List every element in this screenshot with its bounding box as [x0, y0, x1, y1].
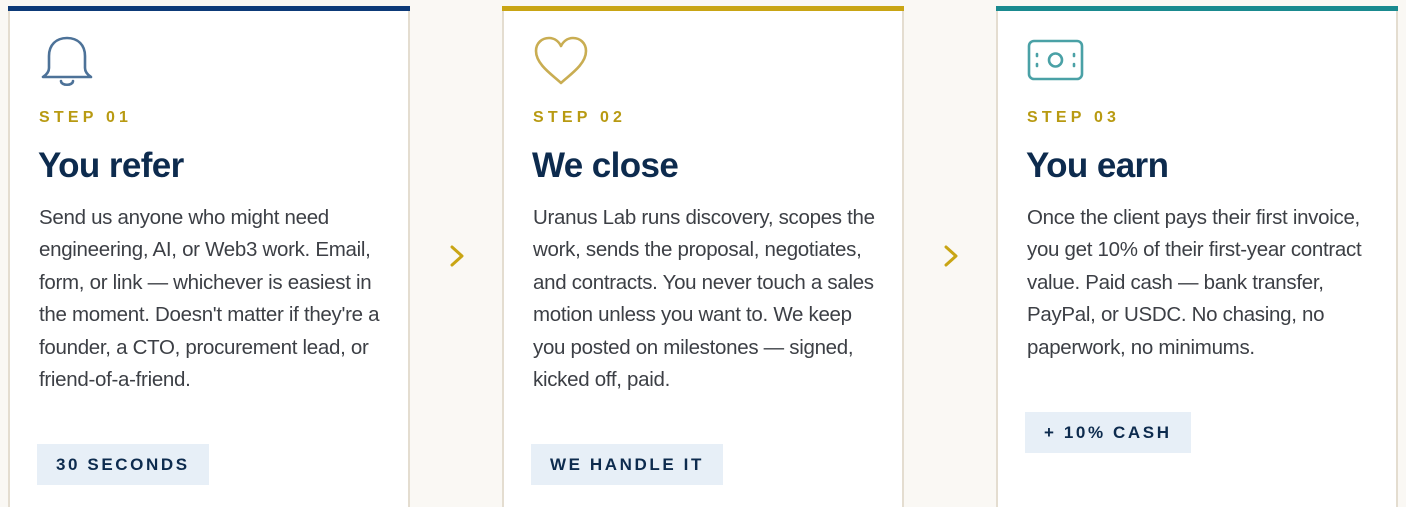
step-description: Send us anyone who might need engineerin…	[39, 206, 380, 392]
step-badge: WE HANDLE IT	[531, 444, 723, 485]
card-accent-bar	[502, 6, 904, 11]
bell-icon	[38, 34, 98, 90]
step-badge: 30 SECONDS	[37, 444, 209, 485]
step-title: You earn	[1026, 146, 1169, 185]
chevron-right-icon	[446, 240, 468, 272]
cash-icon	[1026, 34, 1086, 90]
step-card-3: STEP 03 You earn Once the client pays th…	[996, 6, 1398, 507]
chevron-right-icon	[940, 240, 962, 272]
card-accent-bar	[996, 6, 1398, 11]
step-badge: + 10% CASH	[1025, 412, 1191, 453]
step-title: We close	[532, 146, 679, 185]
step-description: Uranus Lab runs discovery, scopes the wo…	[533, 206, 875, 392]
step-description: Once the client pays their first invoice…	[1027, 206, 1362, 359]
step-card-1: STEP 01 You refer Send us anyone who mig…	[8, 6, 410, 507]
step-card-2: STEP 02 We close Uranus Lab runs discove…	[502, 6, 904, 507]
step-title: You refer	[38, 146, 184, 185]
step-label: STEP 02	[533, 109, 627, 126]
step-label: STEP 03	[1027, 109, 1121, 126]
step-label: STEP 01	[39, 109, 133, 126]
heart-icon	[532, 34, 592, 90]
referral-steps: STEP 01 You refer Send us anyone who mig…	[0, 0, 1406, 507]
card-accent-bar	[8, 6, 410, 11]
